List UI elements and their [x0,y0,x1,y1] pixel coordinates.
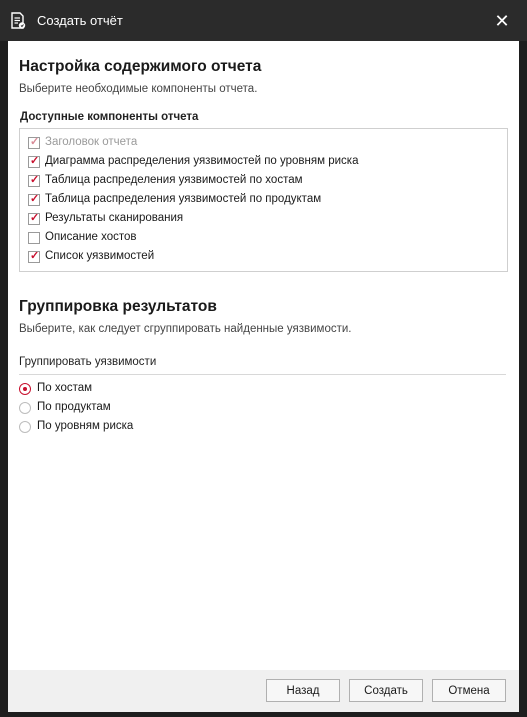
component-checkbox-row[interactable]: ✓ Результаты сканирования [28,211,498,230]
grouping-radio-row[interactable]: По хостам [19,381,319,400]
radio-button[interactable] [19,421,31,433]
checkbox[interactable]: ✓ [28,174,40,187]
grouping-radio-row[interactable]: По уровням риска [19,419,319,438]
checkmark-icon: ✓ [30,212,40,224]
group-vulnerabilities-label: Группировать уязвимости [19,356,157,368]
components-list: ✓ Заголовок отчета ✓ Диаграмма распределени… [19,128,508,272]
checkbox[interactable]: ✓ [28,193,40,206]
title-bar: Создать отчёт ✕ [0,0,527,41]
checkmark-icon: ✓ [30,250,40,262]
grouping-heading: Группировка результатов [19,298,217,315]
content-settings-description: Выберите необходимые компоненты отчета. [19,83,258,95]
radio-button[interactable] [19,383,31,395]
grouping-description: Выберите, как следует сгруппировать найд… [19,323,352,335]
divider [19,374,506,375]
checkbox[interactable] [28,232,40,244]
component-label: Таблица распределения уязвимостей по хос… [45,174,303,186]
dialog-body: Настройка содержимого отчета Выберите не… [8,41,519,670]
content-settings-heading: Настройка содержимого отчета [19,58,262,75]
radio-label: По хостам [37,382,93,394]
back-button[interactable]: Назад [266,679,340,702]
report-document-icon [11,12,26,29]
checkbox[interactable]: ✓ [28,250,40,263]
window-title: Создать отчёт [37,13,123,28]
checkbox: ✓ [28,136,40,149]
component-label: Результаты сканирования [45,212,184,224]
close-icon[interactable]: ✕ [490,8,514,34]
components-label: Доступные компоненты отчета [20,111,199,123]
component-checkbox-row[interactable]: Описание хостов [28,230,498,249]
component-label: Диаграмма распределения уязвимостей по у… [45,155,359,167]
dialog-footer: Назад Создать Отмена [8,670,519,712]
component-label: Таблица распределения уязвимостей по про… [45,193,322,205]
radio-selected-dot [23,387,27,391]
checkmark-icon: ✓ [30,193,40,205]
component-checkbox-row: ✓ Заголовок отчета [28,135,498,154]
component-checkbox-row[interactable]: ✓ Диаграмма распределения уязвимостей по … [28,154,498,173]
radio-button[interactable] [19,402,31,414]
radio-label: По уровням риска [37,420,134,432]
checkmark-icon: ✓ [30,174,40,186]
cancel-button[interactable]: Отмена [432,679,506,702]
component-label: Список уязвимостей [45,250,155,262]
checkbox[interactable]: ✓ [28,212,40,225]
grouping-radio-row[interactable]: По продуктам [19,400,319,419]
component-checkbox-row[interactable]: ✓ Таблица распределения уязвимостей по пр… [28,192,498,211]
checkmark-icon: ✓ [30,155,40,167]
component-checkbox-row[interactable]: ✓ Таблица распределения уязвимостей по хо… [28,173,498,192]
component-label: Описание хостов [45,231,137,243]
checkbox[interactable]: ✓ [28,155,40,168]
create-button[interactable]: Создать [349,679,423,702]
checkmark-icon: ✓ [30,136,40,148]
component-checkbox-row[interactable]: ✓ Список уязвимостей [28,249,498,268]
radio-label: По продуктам [37,401,111,413]
component-label: Заголовок отчета [45,136,138,148]
